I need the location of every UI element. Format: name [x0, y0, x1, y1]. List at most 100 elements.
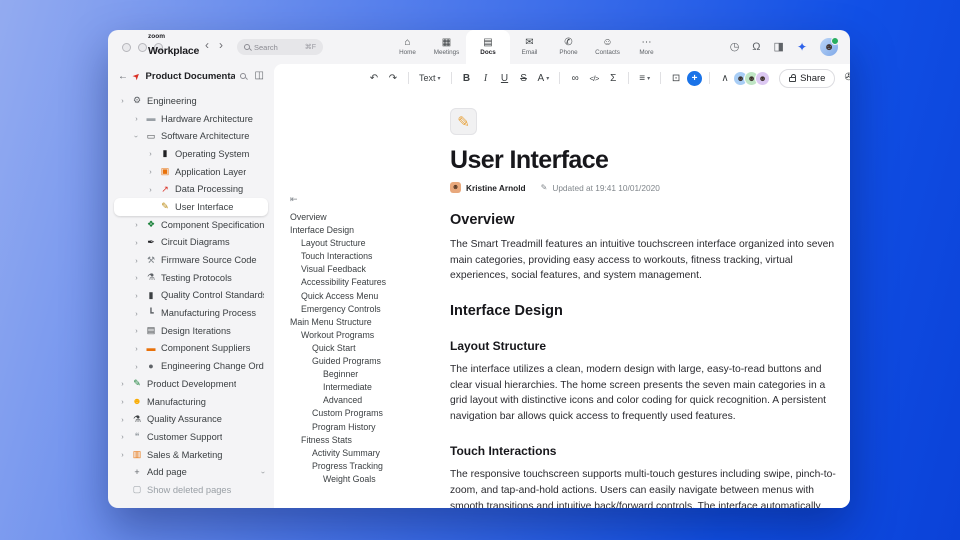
list-format-dropdown[interactable]: ≡ ▾: [636, 70, 653, 87]
outline-item-progress-tracking[interactable]: Progress Tracking: [290, 461, 442, 474]
outline-item-visual-feedback[interactable]: Visual Feedback: [290, 264, 442, 277]
sidebar-item-show-deleted-pages[interactable]: ▢ Show deleted pages: [114, 481, 268, 499]
chevron-down-icon[interactable]: ›: [132, 132, 141, 141]
chevron-right-icon[interactable]: ›: [132, 344, 141, 353]
sidebar-item-user-interface[interactable]: ✎ User Interface: [114, 198, 268, 216]
workspace-title[interactable]: Product Documenta...: [146, 71, 235, 82]
sidebar-item-firmware-source-code[interactable]: › ⚒ Firmware Source Code: [114, 251, 268, 269]
outline-item-intermediate[interactable]: Intermediate: [290, 382, 442, 395]
outline-item-advanced[interactable]: Advanced: [290, 395, 442, 408]
sidebar-item-application-layer[interactable]: › ▣ Application Layer: [114, 163, 268, 181]
outline-item-beginner[interactable]: Beginner: [290, 369, 442, 382]
sidebar-item-engineering[interactable]: › ⚙ Engineering: [114, 92, 268, 110]
chevron-right-icon[interactable]: ›: [132, 114, 141, 123]
outline-item-program-history[interactable]: Program History: [290, 422, 442, 435]
code-button[interactable]: </>: [586, 70, 602, 87]
outline-item-overview[interactable]: Overview: [290, 212, 442, 225]
chevron-right-icon[interactable]: ›: [132, 309, 141, 318]
equation-button[interactable]: Σ: [605, 70, 621, 87]
doc-heading-overview[interactable]: Overview: [450, 212, 844, 228]
outline-item-quick-access-menu[interactable]: Quick Access Menu: [290, 291, 442, 304]
chevron-down-icon[interactable]: ›: [258, 471, 267, 474]
notifications-bell-icon[interactable]: Ω: [752, 41, 760, 53]
global-search-input[interactable]: Search ⌘F: [237, 39, 323, 55]
sidebar-item-operating-system[interactable]: › ▮ Operating System: [114, 145, 268, 163]
sidebar-item-sales-marketing[interactable]: › ▥ Sales & Marketing: [114, 446, 268, 464]
ai-companion-sparkle-icon[interactable]: ✦: [797, 41, 807, 53]
chevron-right-icon[interactable]: ›: [132, 291, 141, 300]
collapse-toolbar-button[interactable]: ∧: [717, 70, 733, 87]
user-profile-avatar[interactable]: ☻: [820, 37, 839, 56]
outline-item-fitness-stats[interactable]: Fitness Stats: [290, 435, 442, 448]
sidebar-item-component-specifications[interactable]: › ❖ Component Specifications: [114, 216, 268, 234]
strikethrough-button[interactable]: S: [516, 70, 532, 87]
outline-item-accessibility-features[interactable]: Accessibility Features: [290, 277, 442, 290]
sidebar-item-product-development[interactable]: › ✎ Product Development: [114, 375, 268, 393]
tab-email[interactable]: ✉ Email: [510, 30, 549, 64]
outline-item-main-menu-structure[interactable]: Main Menu Structure: [290, 317, 442, 330]
watch-icon[interactable]: ◷: [730, 41, 740, 53]
chevron-right-icon[interactable]: ›: [132, 238, 141, 247]
chevron-right-icon[interactable]: ›: [118, 397, 127, 406]
collapse-outline-icon[interactable]: ⇤: [290, 194, 442, 205]
chevron-right-icon[interactable]: ›: [132, 362, 141, 371]
outline-item-emergency-controls[interactable]: Emergency Controls: [290, 304, 442, 317]
chevron-right-icon[interactable]: ›: [118, 450, 127, 459]
collapse-sidebar-icon[interactable]: ◫: [255, 71, 264, 81]
sidebar-item-hardware-architecture[interactable]: › ▬ Hardware Architecture: [114, 110, 268, 128]
outline-item-custom-programs[interactable]: Custom Programs: [290, 408, 442, 421]
sidebar-item-data-processing[interactable]: › ↗ Data Processing: [114, 180, 268, 198]
italic-button[interactable]: I: [478, 70, 494, 87]
collaborator-avatar-3[interactable]: ☻: [755, 70, 771, 86]
tab-more[interactable]: ⋯ More: [627, 30, 666, 64]
outline-item-interface-design[interactable]: Interface Design: [290, 225, 442, 238]
chevron-right-icon[interactable]: ›: [118, 432, 127, 441]
text-style-dropdown[interactable]: Text ▾: [416, 70, 444, 87]
outline-item-activity-summary[interactable]: Activity Summary: [290, 448, 442, 461]
sidebar-back-button[interactable]: ←: [118, 71, 128, 82]
tab-home[interactable]: ⌂ Home: [388, 30, 427, 64]
close-window-button[interactable]: [122, 43, 131, 52]
chevron-right-icon[interactable]: ›: [132, 220, 141, 229]
minimize-window-button[interactable]: [138, 43, 147, 52]
redo-button[interactable]: ↷: [385, 70, 401, 87]
comment-button[interactable]: ⊡: [668, 70, 684, 87]
tab-docs[interactable]: ▤ Docs: [466, 30, 510, 64]
outline-item-touch-interactions[interactable]: Touch Interactions: [290, 251, 442, 264]
sidebar-item-circuit-diagrams[interactable]: › ✒ Circuit Diagrams: [114, 234, 268, 252]
chevron-right-icon[interactable]: ›: [118, 379, 127, 388]
chevron-right-icon[interactable]: ›: [132, 273, 141, 282]
outline-item-workout-programs[interactable]: Workout Programs: [290, 330, 442, 343]
side-panel-icon[interactable]: ◨: [774, 41, 784, 53]
chevron-right-icon[interactable]: ›: [146, 185, 155, 194]
outline-item-guided-programs[interactable]: Guided Programs: [290, 356, 442, 369]
outline-item-weight-goals[interactable]: Weight Goals: [290, 474, 442, 487]
doc-heading-layout-structure[interactable]: Layout Structure: [450, 339, 844, 353]
sidebar-item-component-suppliers[interactable]: › ▬ Component Suppliers: [114, 340, 268, 358]
chevron-right-icon[interactable]: ›: [118, 415, 127, 424]
sidebar-item-design-iterations[interactable]: › ▤ Design Iterations: [114, 322, 268, 340]
text-color-dropdown[interactable]: A ▾: [535, 70, 553, 87]
underline-button[interactable]: U: [497, 70, 513, 87]
history-forward-button[interactable]: ›: [219, 38, 223, 52]
sidebar-item-quality-assurance[interactable]: › ⚗ Quality Assurance: [114, 410, 268, 428]
chevron-right-icon[interactable]: ›: [146, 149, 155, 158]
history-back-button[interactable]: ‹: [205, 38, 209, 52]
sidebar-item-software-architecture[interactable]: › ▭ Software Architecture: [114, 127, 268, 145]
undo-button[interactable]: ↶: [366, 70, 382, 87]
sidebar-item-testing-protocols[interactable]: › ⚗ Testing Protocols: [114, 269, 268, 287]
sidebar-item-add-page[interactable]: + Add page ›: [114, 463, 268, 481]
document-emoji-icon[interactable]: ✎: [450, 108, 477, 135]
sidebar-item-customer-support[interactable]: › ❝ Customer Support: [114, 428, 268, 446]
sidebar-item-engineering-change-orders[interactable]: › ● Engineering Change Orders: [114, 357, 268, 375]
link-button[interactable]: ∞: [567, 70, 583, 87]
doc-heading-touch-interactions[interactable]: Touch Interactions: [450, 444, 844, 458]
outline-item-quick-start[interactable]: Quick Start: [290, 343, 442, 356]
sidebar-item-quality-control-standards[interactable]: › ▮ Quality Control Standards: [114, 287, 268, 305]
document-title[interactable]: User Interface: [450, 146, 844, 175]
tab-meetings[interactable]: ▦ Meetings: [427, 30, 466, 64]
chevron-right-icon[interactable]: ›: [118, 96, 127, 105]
video-camera-icon[interactable]: ✇: [844, 73, 850, 83]
chevron-right-icon[interactable]: ›: [132, 326, 141, 335]
outline-item-layout-structure[interactable]: Layout Structure: [290, 238, 442, 251]
